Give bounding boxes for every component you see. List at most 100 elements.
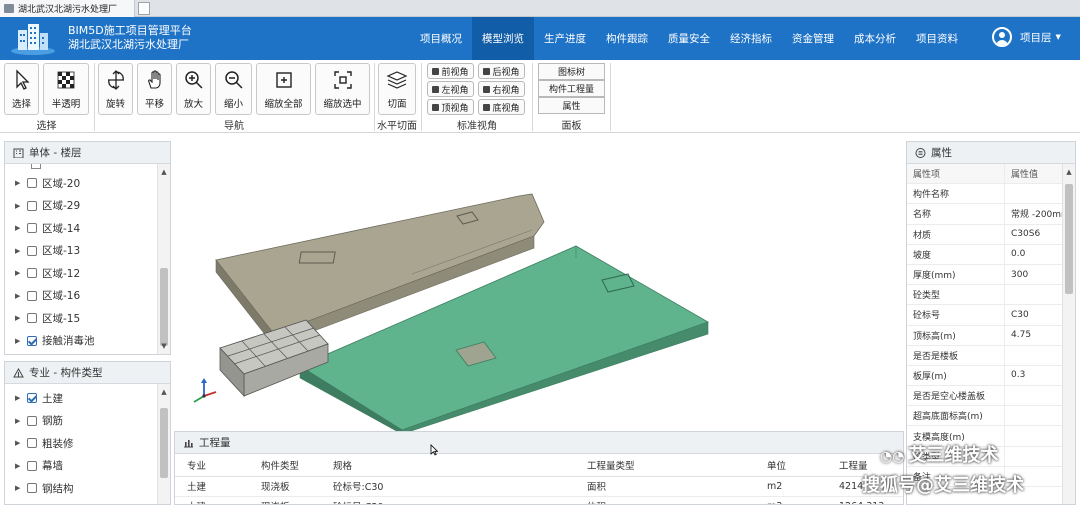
front-view-button[interactable]: 前视角 bbox=[427, 63, 474, 79]
scroll-up-icon[interactable]: ▲ bbox=[158, 166, 170, 178]
scroll-thumb[interactable] bbox=[160, 268, 168, 346]
type-item[interactable]: ▶ 土建 bbox=[5, 387, 157, 410]
expand-arrow-icon[interactable]: ▶ bbox=[15, 269, 27, 277]
app-title: BIM5D施工项目管理平台 湖北武汉北湖污水处理厂 bbox=[68, 24, 192, 52]
checkbox[interactable] bbox=[27, 245, 37, 256]
top-view-button[interactable]: 顶视角 bbox=[427, 99, 474, 115]
nav-item-documents[interactable]: 项目资料 bbox=[906, 17, 968, 60]
zoom-in-button[interactable]: 放大 bbox=[176, 63, 211, 115]
new-tab-icon[interactable] bbox=[138, 2, 150, 15]
floor-item[interactable]: ▶ 区域-16 bbox=[5, 285, 157, 308]
types-scrollbar[interactable]: ▲ bbox=[157, 384, 170, 504]
column-header[interactable]: 专业 bbox=[175, 454, 249, 477]
nav-item-cost[interactable]: 成本分析 bbox=[844, 17, 906, 60]
expand-arrow-icon[interactable]: ▶ bbox=[15, 202, 27, 210]
nav-item-progress[interactable]: 生产进度 bbox=[534, 17, 596, 60]
type-item[interactable]: ▶ 粗装修 bbox=[5, 432, 157, 455]
floor-item[interactable]: ▶ 区域-29 bbox=[5, 195, 157, 218]
nav-item-component-tracking[interactable]: 构件跟踪 bbox=[596, 17, 658, 60]
property-key: 名称 bbox=[907, 204, 1005, 224]
component-quantity-toggle[interactable]: 构件工程量 bbox=[538, 80, 605, 97]
floor-item[interactable]: ▶ 区域-20 bbox=[5, 172, 157, 195]
list-icon bbox=[915, 147, 926, 158]
expand-arrow-icon[interactable]: ▶ bbox=[15, 394, 27, 402]
nav-item-overview[interactable]: 项目概况 bbox=[410, 17, 472, 60]
expand-arrow-icon[interactable]: ▶ bbox=[15, 179, 27, 187]
zoom-all-button[interactable]: 缩放全部 bbox=[256, 63, 311, 115]
select-button[interactable]: 选择 bbox=[4, 63, 39, 115]
checkbox-checked[interactable] bbox=[27, 335, 37, 346]
scroll-up-icon[interactable]: ▲ bbox=[1063, 166, 1075, 178]
column-header[interactable]: 工程量类型 bbox=[575, 454, 755, 477]
checkbox[interactable] bbox=[27, 223, 37, 234]
browser-tab[interactable]: 湖北武汉北湖污水处理厂 bbox=[0, 0, 135, 17]
zoom-out-icon bbox=[224, 70, 243, 89]
back-view-button[interactable]: 后视角 bbox=[478, 63, 525, 79]
model-viewport[interactable] bbox=[172, 134, 904, 434]
floor-item-label: 区域-20 bbox=[42, 177, 81, 190]
scroll-down-icon[interactable]: ▼ bbox=[158, 340, 170, 352]
checkbox[interactable] bbox=[27, 200, 37, 211]
column-header[interactable]: 构件类型 bbox=[249, 454, 321, 477]
type-item[interactable]: ▶ 钢结构 bbox=[5, 477, 157, 500]
expand-arrow-icon[interactable]: ▶ bbox=[15, 462, 27, 470]
cube-icon bbox=[483, 103, 491, 111]
semi-transparent-button[interactable]: 半透明 bbox=[43, 63, 89, 115]
checkbox[interactable] bbox=[27, 290, 37, 301]
checkbox[interactable] bbox=[27, 460, 37, 471]
pan-button[interactable]: 平移 bbox=[137, 63, 172, 115]
property-row: 名称常规 -200mm bbox=[907, 204, 1062, 225]
nav-item-funds[interactable]: 资金管理 bbox=[782, 17, 844, 60]
scroll-up-icon[interactable]: ▲ bbox=[158, 386, 170, 398]
expand-arrow-icon[interactable]: ▶ bbox=[15, 417, 27, 425]
checkbox[interactable] bbox=[27, 438, 37, 449]
properties-toggle[interactable]: 属性 bbox=[538, 97, 605, 114]
nav-item-quality-safety[interactable]: 质量安全 bbox=[658, 17, 720, 60]
rotate-button[interactable]: 旋转 bbox=[98, 63, 133, 115]
right-view-button[interactable]: 右视角 bbox=[478, 81, 525, 97]
expand-arrow-icon[interactable]: ▶ bbox=[15, 314, 27, 322]
group-label-panel: 面板 bbox=[561, 121, 582, 132]
table-row[interactable]: 土建 现浇板 砼标号:C30 体积 m3 1264.313 bbox=[175, 496, 903, 504]
type-item[interactable]: ▶ 幕墙 bbox=[5, 455, 157, 478]
zoom-selected-button[interactable]: 缩放选中 bbox=[315, 63, 370, 115]
user-menu[interactable]: 项目层 ▼ bbox=[992, 27, 1061, 47]
column-header[interactable]: 规格 bbox=[321, 454, 575, 477]
checkbox[interactable] bbox=[27, 178, 37, 189]
floor-item[interactable]: ▶ 区域-15 bbox=[5, 307, 157, 330]
type-item[interactable]: ▶ 钢筋 bbox=[5, 410, 157, 433]
nav-item-economic[interactable]: 经济指标 bbox=[720, 17, 782, 60]
checkbox-checked[interactable] bbox=[27, 393, 37, 404]
right-view-label: 右视角 bbox=[492, 85, 520, 96]
checkbox[interactable] bbox=[27, 268, 37, 279]
scroll-thumb[interactable] bbox=[160, 408, 168, 478]
zoom-out-button[interactable]: 缩小 bbox=[215, 63, 252, 115]
icon-tree-toggle[interactable]: 图标树 bbox=[538, 63, 605, 80]
nav-item-model-browse[interactable]: 模型浏览 bbox=[472, 17, 534, 60]
property-row: 构件名称 bbox=[907, 184, 1062, 205]
checkbox[interactable] bbox=[27, 415, 37, 426]
properties-scrollbar[interactable]: ▲ bbox=[1062, 164, 1075, 504]
checkbox[interactable] bbox=[27, 483, 37, 494]
floor-item[interactable]: ▶ 区域-12 bbox=[5, 262, 157, 285]
table-row[interactable]: 土建 现浇板 砼标号:C30 面积 m2 4214 bbox=[175, 476, 903, 497]
column-header[interactable]: 单位 bbox=[755, 454, 827, 477]
expand-arrow-icon[interactable]: ▶ bbox=[15, 439, 27, 447]
expand-arrow-icon[interactable]: ▶ bbox=[15, 484, 27, 492]
floors-scrollbar[interactable]: ▲ ▼ bbox=[157, 164, 170, 354]
expand-arrow-icon[interactable]: ▶ bbox=[15, 292, 27, 300]
scroll-thumb[interactable] bbox=[1065, 184, 1073, 294]
expand-arrow-icon[interactable]: ▶ bbox=[15, 247, 27, 255]
section-plane-button[interactable]: 切面 bbox=[378, 63, 416, 115]
floor-item[interactable]: ▶ 区域-13 bbox=[5, 240, 157, 263]
checkbox[interactable] bbox=[27, 313, 37, 324]
ribbon-divider bbox=[421, 63, 422, 131]
bottom-view-button[interactable]: 底视角 bbox=[478, 99, 525, 115]
expand-arrow-icon[interactable]: ▶ bbox=[15, 224, 27, 232]
floor-item[interactable]: ▶ 区域-14 bbox=[5, 217, 157, 240]
left-view-button[interactable]: 左视角 bbox=[427, 81, 474, 97]
expand-arrow-icon[interactable]: ▶ bbox=[15, 337, 27, 345]
group-label-select: 选择 bbox=[36, 121, 57, 132]
property-key: 材质 bbox=[907, 224, 1005, 244]
floor-item-selected[interactable]: ▶ 接触消毒池 bbox=[5, 330, 157, 353]
